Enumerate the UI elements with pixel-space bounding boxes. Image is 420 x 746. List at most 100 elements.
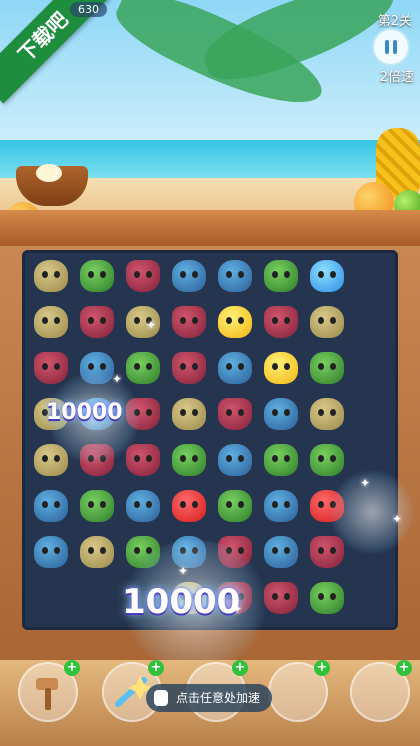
board-cell[interactable] [306, 256, 348, 296]
pause-icon [385, 40, 389, 54]
board-cell[interactable] [260, 486, 302, 526]
board-cell[interactable] [168, 486, 210, 526]
bright-blue-pet-icon [310, 260, 344, 292]
gold-pet-icon [218, 306, 252, 338]
sparkle-icon: ✦ [112, 372, 123, 386]
table-edge [0, 210, 420, 246]
board-cell[interactable] [306, 440, 348, 480]
add-tool-icon[interactable]: + [314, 660, 330, 676]
blue-pet-icon [264, 536, 298, 568]
add-wand-icon[interactable]: + [148, 660, 164, 676]
board-cell[interactable] [168, 440, 210, 480]
tool-button[interactable]: + [268, 660, 330, 722]
frog-pet-icon [80, 260, 114, 292]
board-cell[interactable] [168, 394, 210, 434]
board-cell[interactable] [76, 302, 118, 342]
frog-pet-icon [310, 582, 344, 614]
fox-pet-icon [218, 398, 252, 430]
blue-pet-icon [34, 490, 68, 522]
chick-pet-icon [34, 260, 68, 292]
blue-pet-icon [218, 352, 252, 384]
board-cell[interactable] [168, 256, 210, 296]
score-readout: 630 [70, 2, 107, 17]
board-cell[interactable] [214, 302, 256, 342]
fox-pet-icon [172, 352, 206, 384]
board-cell[interactable] [168, 302, 210, 342]
board-cell[interactable] [76, 256, 118, 296]
board-cell[interactable] [260, 532, 302, 572]
board-cell[interactable] [260, 394, 302, 434]
chick-pet-icon [172, 398, 206, 430]
blue-pet-icon [126, 490, 160, 522]
board-cell[interactable] [214, 394, 256, 434]
add-tool-icon[interactable]: + [396, 660, 412, 676]
tool-button[interactable]: + [350, 660, 412, 722]
hammer-tool-button[interactable]: + [18, 660, 80, 722]
frog-pet-icon [218, 490, 252, 522]
blue-pet-icon [34, 536, 68, 568]
speed-up-hint[interactable]: 点击任意处加速 [146, 684, 273, 712]
board-cell[interactable] [122, 256, 164, 296]
board-cell[interactable] [122, 486, 164, 526]
add-hammer-icon[interactable]: + [64, 660, 80, 676]
chick-pet-icon [34, 306, 68, 338]
chick-pet-icon [310, 306, 344, 338]
flower-decoration [36, 164, 62, 182]
speed-up-hint-label: 点击任意处加速 [176, 691, 261, 705]
board-cell[interactable] [76, 532, 118, 572]
board-cell[interactable] [30, 486, 72, 526]
frog-pet-icon [310, 352, 344, 384]
fox-pet-icon [172, 306, 206, 338]
board-cell[interactable] [214, 486, 256, 526]
gold-pet-icon [264, 352, 298, 384]
board-cell[interactable] [122, 348, 164, 388]
board-cell[interactable] [306, 578, 348, 618]
frog-pet-icon [80, 490, 114, 522]
board-cell[interactable] [306, 348, 348, 388]
sparkle-icon: ✦ [392, 512, 403, 526]
board-cell[interactable] [214, 440, 256, 480]
score-popup-small: 10000 [46, 400, 123, 425]
chick-pet-icon [310, 398, 344, 430]
board-cell[interactable] [260, 256, 302, 296]
fox-pet-icon [264, 306, 298, 338]
sparkle-icon: ✦ [232, 602, 243, 616]
frog-pet-icon [310, 444, 344, 476]
speed-label: 2倍速 [379, 70, 414, 85]
fox-pet-icon [126, 260, 160, 292]
fox-pet-icon [126, 444, 160, 476]
board-cell[interactable] [260, 348, 302, 388]
board-cell[interactable] [30, 302, 72, 342]
level-label: 第2关 [377, 14, 412, 29]
score-popup-large: 10000 [122, 582, 241, 622]
frog-pet-icon [264, 260, 298, 292]
chick-pet-icon [80, 536, 114, 568]
fox-pet-icon [80, 306, 114, 338]
board-cell[interactable] [306, 302, 348, 342]
add-tool-icon[interactable]: + [232, 660, 248, 676]
board-cell[interactable] [168, 348, 210, 388]
board-cell[interactable] [122, 302, 164, 342]
blue-pet-icon [218, 260, 252, 292]
fox-pet-icon [310, 536, 344, 568]
pause-button[interactable] [372, 28, 410, 66]
board-cell[interactable] [214, 256, 256, 296]
board-cell[interactable] [30, 532, 72, 572]
sparkle-icon: ✦ [178, 564, 189, 578]
blue-pet-icon [218, 444, 252, 476]
frog-pet-icon [126, 352, 160, 384]
sparkle-icon: ✦ [360, 476, 371, 490]
frog-pet-icon [264, 444, 298, 476]
board-cell[interactable] [30, 256, 72, 296]
blue-pet-icon [264, 490, 298, 522]
board-cell[interactable] [214, 348, 256, 388]
board-cell[interactable] [260, 440, 302, 480]
board-cell[interactable] [76, 486, 118, 526]
sparkle-icon: ✦ [146, 318, 157, 332]
board-cell[interactable] [306, 394, 348, 434]
frog-pet-icon [172, 444, 206, 476]
fox-pet-icon [34, 352, 68, 384]
red-pet-icon [172, 490, 206, 522]
board-cell[interactable] [260, 302, 302, 342]
blue-pet-icon [264, 398, 298, 430]
